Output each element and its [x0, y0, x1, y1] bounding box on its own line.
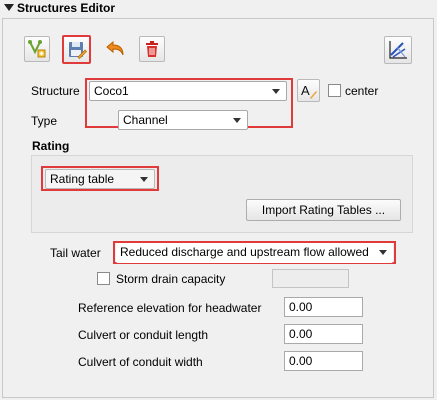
reference-elevation-input[interactable]: 0.00: [284, 297, 363, 317]
chevron-down-icon: [140, 177, 148, 182]
culvert-length-input[interactable]: 0.00: [284, 324, 363, 344]
chevron-down-icon: [272, 89, 280, 94]
undo-icon: [106, 40, 124, 56]
rating-label: Rating: [32, 139, 70, 153]
save-edit-button[interactable]: [62, 35, 91, 64]
chevron-down-icon: [233, 118, 241, 123]
profile-plot-button[interactable]: [384, 36, 412, 64]
tail-water-value: Reduced discharge and upstream flow allo…: [120, 245, 369, 259]
type-value: Channel: [123, 113, 168, 127]
culvert-length-label: Culvert or conduit length: [78, 328, 209, 342]
add-structure-button[interactable]: [24, 36, 50, 62]
tail-water-label: Tail water: [50, 246, 101, 260]
structure-select[interactable]: Coco1: [89, 81, 287, 101]
type-label: Type: [31, 114, 58, 128]
structure-label: Structure: [31, 84, 80, 98]
add-structure-icon: [28, 40, 46, 58]
panel-title: Structures Editor: [17, 1, 116, 15]
profile-plot-icon: [389, 41, 407, 59]
rating-value: Rating table: [50, 172, 115, 186]
storm-drain-capacity-input[interactable]: [272, 269, 349, 288]
center-checkbox[interactable]: [328, 84, 341, 97]
tail-water-select[interactable]: Reduced discharge and upstream flow allo…: [116, 243, 393, 263]
culvert-width-input[interactable]: 0.00: [284, 351, 363, 371]
culvert-width-label: Culvert of conduit width: [78, 355, 203, 369]
import-rating-tables-button[interactable]: Import Rating Tables ...: [246, 199, 401, 221]
chevron-down-icon: [379, 250, 387, 255]
save-edit-icon: [68, 41, 87, 59]
center-label: center: [345, 84, 379, 98]
storm-drain-checkbox[interactable]: [97, 272, 110, 285]
delete-button[interactable]: [139, 36, 165, 62]
text-style-icon: A: [301, 83, 317, 99]
undo-button[interactable]: [104, 37, 128, 61]
svg-text:A: A: [301, 83, 310, 98]
label-format-button[interactable]: A: [297, 79, 320, 102]
reference-elevation-label: Reference elevation for headwater: [78, 301, 262, 315]
collapse-arrow-icon[interactable]: [4, 4, 14, 11]
type-select[interactable]: Channel: [118, 110, 248, 130]
delete-icon: [146, 41, 158, 57]
rating-select[interactable]: Rating table: [45, 169, 155, 189]
storm-drain-label: Storm drain capacity: [116, 272, 226, 286]
structure-value: Coco1: [94, 84, 129, 98]
panel-header[interactable]: Structures Editor: [0, 0, 437, 18]
